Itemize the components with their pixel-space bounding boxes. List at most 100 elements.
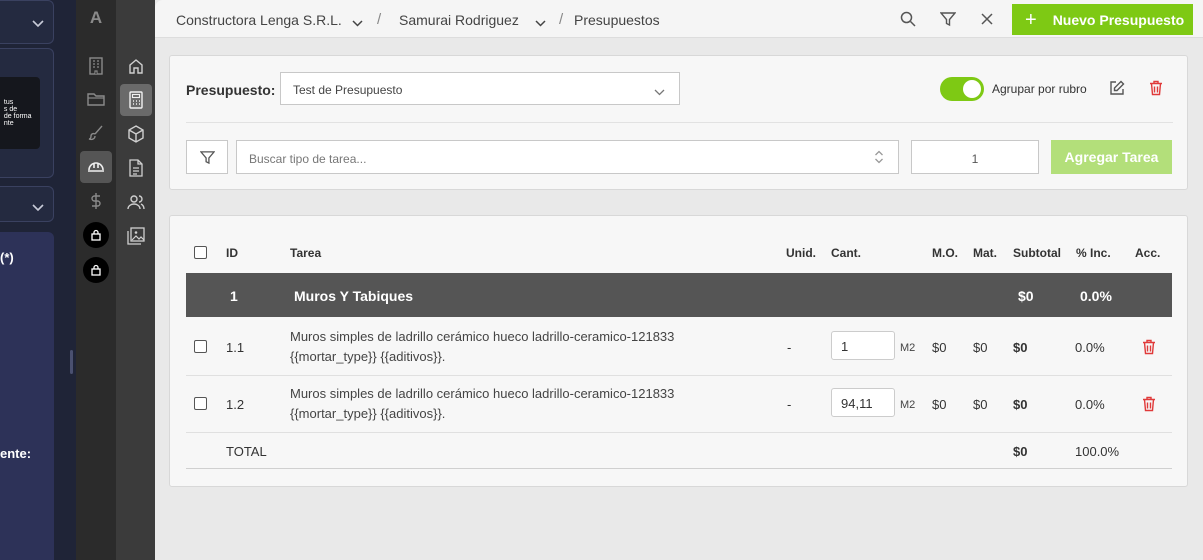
folder-icon	[87, 93, 105, 106]
group-by-category-label: Agrupar por rubro	[992, 82, 1087, 96]
header-id: ID	[226, 246, 238, 260]
total-incidence: 100.0%	[1075, 444, 1120, 459]
dollar-icon	[91, 193, 101, 209]
calculator-icon	[129, 91, 143, 109]
chevron-down-icon	[654, 85, 665, 99]
background-panel	[0, 186, 54, 222]
task-type-search-input[interactable]: Buscar tipo de tarea...	[236, 140, 899, 174]
sidebar-item-locked[interactable]	[83, 257, 109, 283]
row-materials: $0	[973, 340, 988, 355]
preview-thumbnail: tus s de de forma nte	[0, 77, 40, 149]
edit-icon[interactable]	[1109, 80, 1125, 101]
category-subtotal: $0	[1018, 288, 1034, 304]
breadcrumb-section: Presupuestos	[574, 12, 660, 28]
row-unit-label: M2	[900, 342, 916, 354]
preview-text: tus s de de forma nte	[3, 99, 32, 127]
category-id: 1	[230, 288, 238, 304]
chevron-down-icon	[32, 17, 44, 31]
sidebar-item-home[interactable]	[120, 50, 152, 82]
background-card-text: (*)	[0, 250, 14, 265]
filter-icon[interactable]	[939, 11, 957, 27]
new-budget-button[interactable]: + Nuevo Presupuesto	[1012, 4, 1193, 35]
home-icon	[129, 59, 143, 74]
sidebar-item-gallery[interactable]	[120, 220, 152, 252]
chevron-down-icon[interactable]	[535, 14, 546, 32]
lock-icon	[91, 229, 101, 241]
header-materials: Mat.	[973, 246, 997, 260]
background-scrollbar	[70, 350, 73, 374]
row-description-line: {{mortar_type}} {{aditivos}}.	[290, 406, 446, 421]
task-filter-button[interactable]	[186, 140, 228, 174]
breadcrumb-client[interactable]: Samurai Rodriguez	[399, 12, 519, 28]
breadcrumb-company[interactable]: Constructora Lenga S.R.L.	[176, 12, 342, 28]
search-icon[interactable]	[900, 11, 916, 27]
document-icon	[129, 159, 143, 177]
row-subtotal: $0	[1013, 397, 1028, 412]
row-materials: $0	[973, 397, 988, 412]
building-icon	[89, 57, 103, 75]
header-actions: Acc.	[1135, 246, 1161, 260]
sidebar-item-design[interactable]	[80, 117, 112, 149]
row-unit: -	[787, 397, 792, 412]
background-preview-panel: tus s de de forma nte	[0, 48, 54, 178]
section-sidebar	[116, 0, 155, 560]
add-task-button[interactable]: Agregar Tarea	[1051, 140, 1172, 174]
row-divider	[186, 468, 1172, 469]
users-icon	[127, 195, 145, 210]
row-description-line: Muros simples de ladrillo cerámico hueco…	[290, 329, 675, 344]
trash-icon[interactable]	[1142, 396, 1156, 412]
module-sidebar: A	[76, 0, 116, 560]
row-checkbox[interactable]	[194, 397, 207, 410]
sidebar-item-contacts[interactable]	[120, 186, 152, 218]
total-label: TOTAL	[226, 444, 267, 459]
trash-icon[interactable]	[1149, 80, 1163, 101]
breadcrumb-separator: /	[377, 11, 382, 28]
budget-select[interactable]: Test de Presupuesto	[280, 72, 680, 105]
row-labor: $0	[932, 340, 947, 355]
filter-icon	[199, 150, 215, 164]
gallery-icon	[127, 227, 145, 245]
background-app: tus s de de forma nte (*) ente:	[0, 0, 76, 560]
sidebar-item-finance[interactable]	[80, 185, 112, 217]
row-subtotal: $0	[1013, 340, 1028, 355]
trash-icon[interactable]	[1142, 339, 1156, 355]
row-checkbox[interactable]	[194, 340, 207, 353]
divider	[186, 122, 1173, 123]
background-card-text: ente:	[0, 446, 32, 461]
header-incidence: % Inc.	[1076, 246, 1111, 260]
chevron-down-icon[interactable]	[352, 14, 363, 32]
sidebar-item-budgets[interactable]	[120, 84, 152, 116]
row-description: Muros simples de ladrillo cerámico hueco…	[290, 327, 730, 367]
close-icon[interactable]	[981, 12, 997, 28]
sidebar-item-locked[interactable]	[83, 222, 109, 248]
row-incidence: 0.0%	[1075, 397, 1105, 412]
lock-icon	[91, 264, 101, 276]
group-by-category-toggle[interactable]	[940, 77, 984, 101]
budget-form-card: Presupuesto: Test de Presupuesto Agrupar…	[169, 55, 1188, 190]
sidebar-item-materials[interactable]	[120, 118, 152, 150]
breadcrumb-bar: Constructora Lenga S.R.L. / Samurai Rodr…	[155, 0, 1203, 38]
row-description-line: Muros simples de ladrillo cerámico hueco…	[290, 386, 675, 401]
select-all-checkbox[interactable]	[194, 246, 207, 259]
toggle-knob	[963, 80, 981, 98]
row-id: 1.1	[226, 340, 245, 355]
helmet-icon	[88, 162, 104, 172]
plus-icon: +	[1025, 8, 1037, 31]
row-unit: -	[787, 340, 792, 355]
category-row[interactable]: 1 Muros Y Tabiques $0 0.0%	[186, 273, 1172, 317]
header-subtotal: Subtotal	[1013, 246, 1061, 260]
background-panel	[0, 0, 54, 44]
row-unit-label: M2	[900, 399, 916, 411]
row-quantity-input[interactable]: 94,11	[831, 388, 895, 417]
row-quantity-input[interactable]: 1	[831, 331, 895, 360]
category-name: Muros Y Tabiques	[294, 288, 414, 304]
new-budget-label: Nuevo Presupuesto	[1052, 11, 1185, 28]
row-description: Muros simples de ladrillo cerámico hueco…	[290, 384, 730, 424]
sidebar-item-documents[interactable]	[120, 152, 152, 184]
budget-select-value: Test de Presupuesto	[293, 83, 403, 97]
row-labor: $0	[932, 397, 947, 412]
task-quantity-input[interactable]: 1	[911, 140, 1039, 174]
sidebar-item-buildings[interactable]	[80, 50, 112, 82]
sidebar-item-projects[interactable]	[80, 83, 112, 115]
sidebar-item-construction[interactable]	[80, 151, 112, 183]
